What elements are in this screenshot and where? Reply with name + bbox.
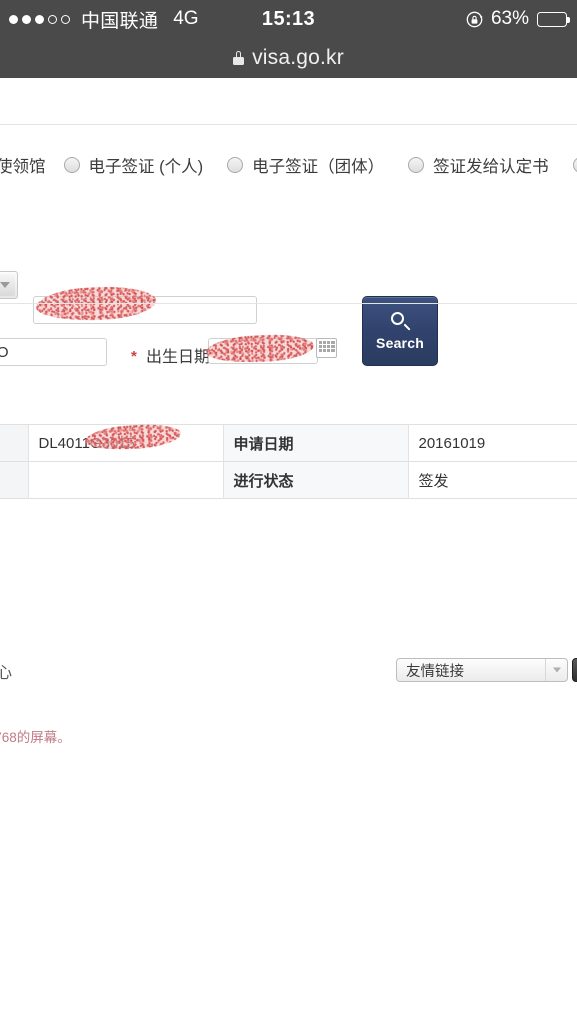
radio-option-label: 电子签证（团体） [252,158,385,176]
search-button-label: Search [376,334,424,351]
empty-cell [28,461,223,499]
radio-circle[interactable] [63,157,80,173]
application-number-cell: DL4011G3015 [28,421,223,462]
table-header-progress-status: 进行状态 [222,461,409,499]
radio-circle[interactable] [227,157,244,173]
search-icon [390,311,411,331]
browser-chrome: 中国联通 4G 15:13 63% visa.go.kr [0,0,577,78]
radio-option-visa-application-center[interactable]: 签证申请中心 [572,153,577,177]
radio-option-label: 电子签证 (个人) [88,158,204,176]
radio-option-e-visa-individual[interactable]: 电子签证 (个人) [63,153,204,177]
signal-dot-filled [35,14,44,24]
divider-middle [0,303,577,304]
footer-partial-text: 中心 [0,665,13,682]
footer-go-button[interactable] [572,658,577,682]
passport-number-input[interactable] [0,338,107,366]
visa-result-table: DL4011G3015 申请日期 20161019 进行状态 签发 [0,421,577,499]
table-row-gutter [0,461,29,499]
divider-top [0,124,577,125]
required-field-marker: * [131,348,137,365]
carrier-name: 中国联通 [81,10,159,32]
birth-date-label: 出生日期 [146,349,211,366]
table-row: 进行状态 签发 [0,461,577,499]
chevron-down-icon[interactable] [545,659,567,681]
radio-group-partial-label: 使领馆 [0,158,46,176]
radio-option-label: 签证发给认定书 [433,158,549,176]
radio-option-e-visa-group[interactable]: 电子签证（团体） [227,153,384,177]
friendly-links-select-value: 友情链接 [406,663,464,680]
footer-resolution-notice: 24*768的屏幕。 [0,730,71,745]
region-select[interactable] [0,271,18,299]
radio-circle[interactable] [572,157,577,173]
battery-percentage: 63% [490,8,529,29]
radio-option-visa-confirmation[interactable]: 签证发给认定书 [408,153,549,177]
signal-strength-icon [9,14,70,24]
calendar-icon[interactable] [316,338,337,358]
signal-dot-empty [48,14,57,24]
signal-dot-filled [22,14,31,24]
network-type-label: 4G [173,8,199,29]
rotation-lock-icon [466,11,483,28]
friendly-links-select[interactable]: 友情链接 [396,658,568,682]
lock-icon [233,51,245,65]
signal-dot-filled [9,14,18,24]
table-row-gutter [0,424,29,462]
table-row: DL4011G3015 申请日期 20161019 [0,421,577,462]
search-button[interactable]: Search [362,296,438,366]
table-header-application-date: 申请日期 [222,424,409,462]
status-bar-right: 63% [466,8,570,30]
radio-circle[interactable] [408,157,425,173]
visa-type-radio-group: 使领馆 电子签证 (个人) 电子签证（团体） 签证发给认定书 签证申请中心 [0,147,577,183]
battery-cap [567,16,570,23]
redaction-scribble-application-number [83,421,182,453]
status-bar-left: 中国联通 4G [0,6,199,33]
progress-status-value: 签发 [408,461,577,499]
url-text: visa.go.kr [252,46,344,69]
signal-dot-empty [61,14,70,24]
application-date-value: 20161019 [408,424,577,462]
page-content: 使领馆 电子签证 (个人) 电子签证（团体） 签证发给认定书 签证申请中心 [0,78,577,1024]
status-bar: 中国联通 4G 15:13 63% [0,0,577,38]
url-bar[interactable]: visa.go.kr [0,38,577,78]
battery-icon [537,11,570,27]
visa-search-form: * 出生日期 Search [0,183,577,366]
chevron-down-icon[interactable] [0,274,15,296]
